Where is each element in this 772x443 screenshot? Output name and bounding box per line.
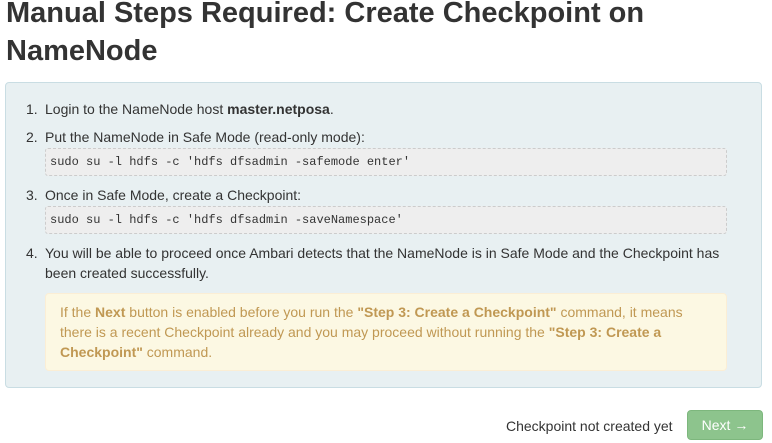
warning-text: If the <box>60 304 96 320</box>
page: Manual Steps Required: Create Checkpoint… <box>0 0 772 443</box>
step-text-prefix: Login to the NameNode host <box>45 101 228 117</box>
warning-text: button is enabled before you run the <box>125 304 358 320</box>
warning-next-label: Next <box>95 304 126 320</box>
step-text: You will be able to proceed once Ambari … <box>45 245 720 281</box>
next-button[interactable]: Next → <box>687 410 763 440</box>
step-number: 2. <box>26 129 38 145</box>
namenode-host: master.netposa <box>227 101 330 117</box>
steps-panel: 1. Login to the NameNode host master.net… <box>5 82 762 388</box>
save-namespace-command[interactable]: sudo su -l hdfs -c 'hdfs dfsadmin -saveN… <box>45 206 727 234</box>
step-text: Put the NameNode in Safe Mode (read-only… <box>45 129 365 145</box>
checkpoint-warning: If the Next button is enabled before you… <box>45 293 727 371</box>
warning-step3-label: "Step 3: Create a Checkpoint" <box>357 304 557 320</box>
step-text: Once in Safe Mode, create a Checkpoint: <box>45 187 302 203</box>
safemode-command[interactable]: sudo su -l hdfs -c 'hdfs dfsadmin -safem… <box>45 148 727 176</box>
step-text-suffix: . <box>329 101 334 117</box>
warning-text: command. <box>142 344 213 360</box>
step-number: 1. <box>26 101 38 117</box>
checkpoint-status: Checkpoint not created yet <box>506 418 673 434</box>
step-number: 4. <box>26 245 38 261</box>
step-text: Login to the NameNode host master.netpos… <box>45 99 745 119</box>
page-title: Manual Steps Required: Create Checkpoint… <box>6 0 645 67</box>
step-number: 3. <box>26 187 38 203</box>
